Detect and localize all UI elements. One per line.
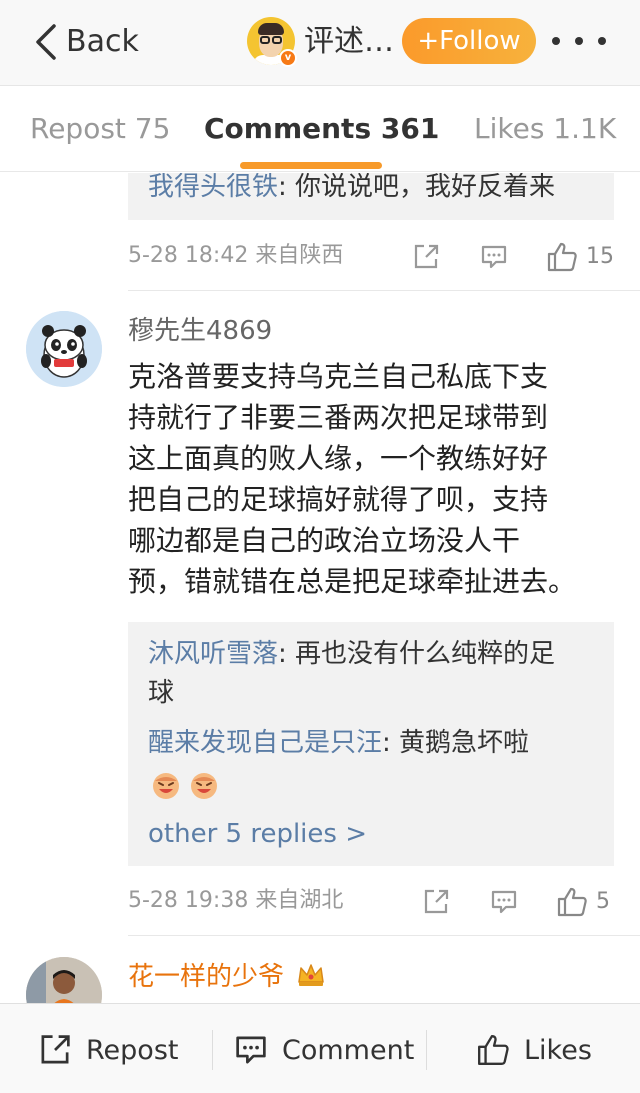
comment-location: 来自陕西 [255,243,344,268]
laughing-face-emoji-icon [191,773,217,799]
comment-icon [481,245,507,269]
likes-button[interactable]: Likes [476,1030,592,1070]
more-replies-link[interactable]: other 5 replies > [148,816,367,852]
repost-label: Repost [86,1034,179,1066]
reply-text: : 再也没有什么纯粹的足 [278,639,556,669]
comment-text-line: 预，错就错在总是把足球牵扯进去。 [128,565,577,598]
repost-action-button[interactable] [422,888,450,916]
commenter-name[interactable]: 穆先生4869 [128,313,272,349]
comment-action-button[interactable] [480,243,508,271]
tab-repost[interactable]: Repost 75 [30,109,170,149]
back-button[interactable]: Back [34,22,139,62]
comment-text-line: 克洛普要支持乌克兰自己私底下支 [128,360,549,393]
like-count: 5 [596,889,610,914]
bottom-action-bar: Repost Comment Likes [0,1003,640,1093]
panda-avatar-icon [26,311,102,387]
like-count: 15 [586,244,614,269]
reply-item: 我得头很铁: 你说说吧，我好反着来 [148,173,555,206]
comments-list[interactable]: 我得头很铁: 你说说吧，我好反着来 5-28 18:42 来自陕西 15 穆先生… [0,173,640,1003]
comment-text-line: 这上面真的败人缘，一个教练好好 [128,442,549,475]
comment-label: Comment [282,1034,415,1066]
separator [426,1030,427,1070]
like-action-button[interactable]: 5 [556,886,610,918]
like-action-button[interactable]: 15 [546,241,614,273]
navigation-bar: Back v 评述… +Follow [0,0,640,86]
comment-time: 5-28 18:42 [128,243,249,268]
thumbs-up-icon [557,887,587,917]
share-icon [414,244,439,269]
more-options-button[interactable] [552,30,606,52]
crown-icon [298,964,325,986]
thumbs-up-icon [478,1035,509,1065]
comment-text-line: 持就行了非要三番两次把足球带到 [128,401,549,434]
comment-action-button[interactable] [490,888,518,916]
follow-button[interactable]: +Follow [402,18,536,64]
tab-likes[interactable]: Likes 1.1K [474,109,616,149]
comment-button[interactable]: Comment [234,1030,414,1070]
comment-text-line: 把自己的足球搞好就得了呗，支持 [128,483,549,516]
likes-label: Likes [524,1034,592,1066]
separator [212,1030,213,1070]
comment-icon [236,1036,266,1064]
comment-location: 来自湖北 [255,888,344,913]
laughing-face-emoji-icon [153,773,179,799]
comment-divider [128,290,640,291]
dot-icon [575,37,583,45]
share-icon [424,889,449,914]
reply-username[interactable]: 醒来发现自己是只汪 [148,728,382,758]
person-photo-avatar-icon [26,957,102,1003]
reply-username[interactable]: 沐风听雪落 [148,639,278,669]
dot-icon [598,37,606,45]
dot-icon [552,37,560,45]
back-label: Back [66,24,139,59]
user-avatar[interactable] [26,957,102,1003]
share-icon [41,1035,70,1064]
tab-bar: Repost 75 Comments 361 Likes 1.1K [0,87,640,172]
commenter-name-text: 花一样的少爷 [128,962,285,992]
reply-username[interactable]: 我得头很铁 [148,173,278,202]
comment-divider [128,935,640,936]
emoji-row [150,769,220,801]
active-tab-indicator [240,162,382,169]
reply-text: : 你说说吧，我好反着来 [278,173,556,202]
user-avatar[interactable] [26,311,102,387]
repost-action-button[interactable] [412,243,440,271]
commenter-name[interactable]: 花一样的少爷 [128,959,326,995]
comment-text-line: 哪边都是自己的政治立场没人干 [128,524,521,557]
chevron-left-icon [36,24,56,60]
reply-item: 沐风听雪落: 再也没有什么纯粹的足 [148,635,555,673]
comment-time: 5-28 19:38 [128,888,249,913]
comment-meta: 5-28 19:38 来自湖北 [128,886,343,916]
reply-text-continued: 球 [148,678,175,708]
reply-text: : 黄鹅急坏啦 [382,728,530,758]
comment-meta: 5-28 18:42 来自陕西 [128,241,343,271]
reply-preview-box[interactable]: 我得头很铁: 你说说吧，我好反着来 [128,173,614,220]
repost-button[interactable]: Repost [38,1030,178,1070]
thumbs-up-icon [547,242,577,272]
reply-preview-box[interactable]: 沐风听雪落: 再也没有什么纯粹的足 球 醒来发现自己是只汪: 黄鹅急坏啦 oth… [128,622,614,866]
comment-icon [491,890,517,914]
account-name[interactable]: 评述… [304,22,394,62]
verified-badge-icon: v [279,49,297,67]
reply-item: 醒来发现自己是只汪: 黄鹅急坏啦 [148,724,529,762]
tab-comments[interactable]: Comments 361 [204,109,439,149]
